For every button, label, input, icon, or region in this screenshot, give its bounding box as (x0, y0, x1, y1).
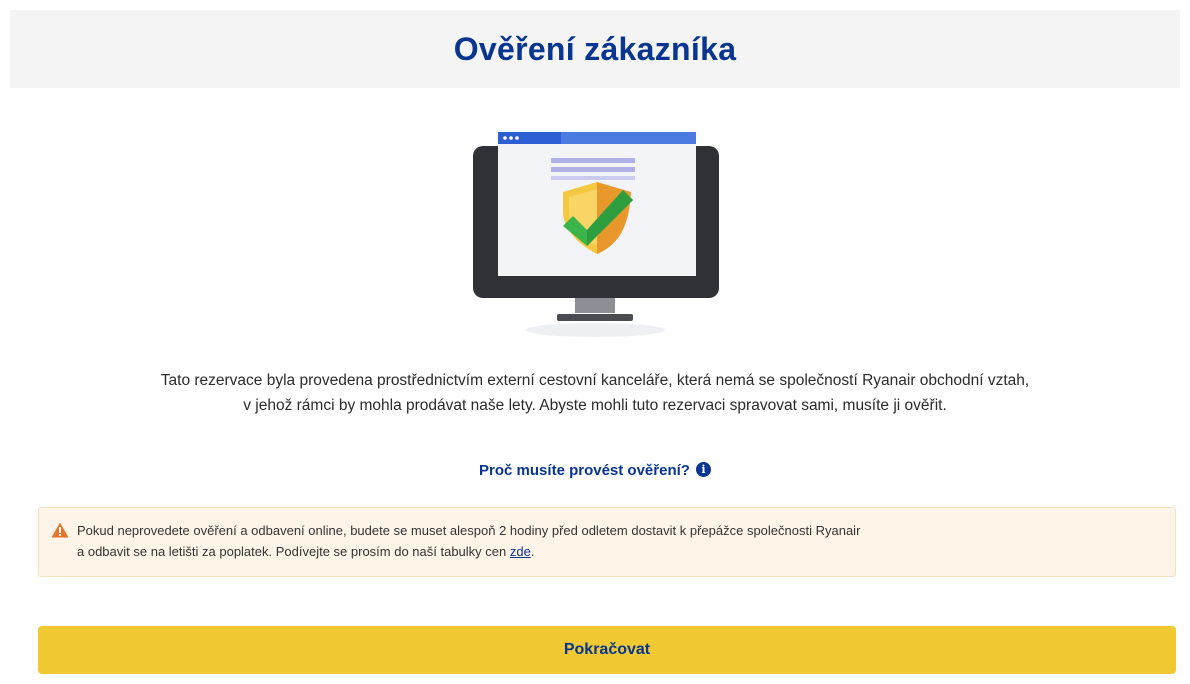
page-title: Ověření zákazníka (453, 30, 737, 67)
warning-triangle-icon (51, 522, 69, 538)
description-line-2: v jehož rámci by mohla prodávat naše let… (243, 397, 947, 414)
description-line-1: Tato rezervace byla provedena prostředni… (160, 372, 1030, 389)
warning-line-2: a odbavit se na letišti za poplatek. Pod… (77, 541, 1161, 562)
verification-description: Tato rezervace byla provedena prostředni… (30, 368, 1160, 418)
why-verify-link[interactable]: Proč musíte provést ověření? i (10, 462, 1180, 479)
why-verify-link-label[interactable]: Proč musíte provést ověření? (479, 462, 690, 479)
price-table-link[interactable]: zde (510, 544, 531, 559)
info-icon[interactable]: i (695, 462, 711, 477)
warning-line-2-text: a odbavit se na letišti za poplatek. Pod… (77, 544, 510, 559)
illustration (10, 118, 1180, 340)
monitor-shield-check-icon (473, 132, 719, 337)
warning-line-2-end: . (530, 544, 535, 559)
continue-button[interactable]: Pokračovat (38, 626, 1176, 674)
page-header: Ověření zákazníka (10, 10, 1180, 88)
warning-line-1: Pokud neprovedete ověření a odbavení onl… (77, 523, 861, 538)
warning-notice: Pokud neprovedete ověření a odbavení onl… (38, 507, 1176, 577)
verification-panel: Ověření zákazníka Tato rezervace byla pr… (10, 10, 1180, 684)
